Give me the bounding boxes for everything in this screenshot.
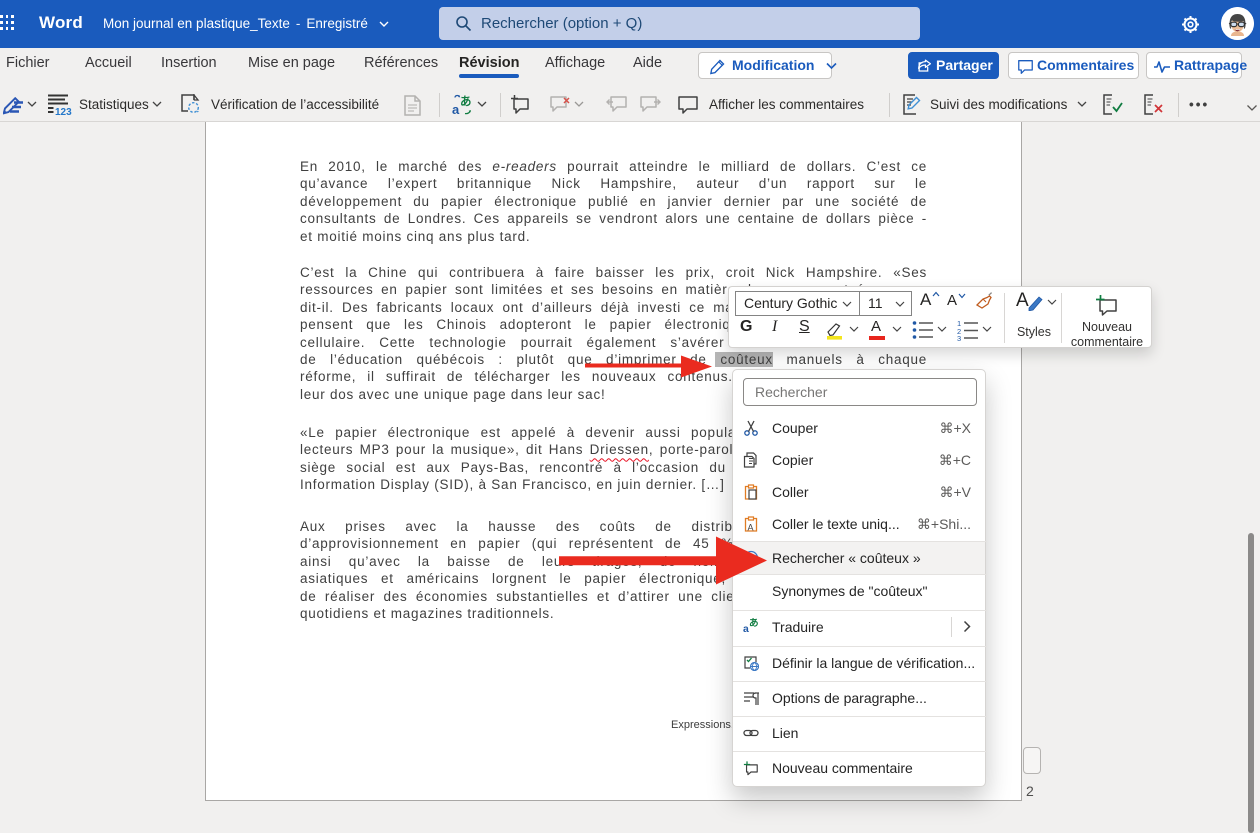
svg-text:3: 3 bbox=[957, 334, 961, 341]
svg-text:あ: あ bbox=[749, 617, 759, 629]
svg-text:あ: あ bbox=[460, 95, 472, 108]
svg-text:a: a bbox=[452, 102, 460, 115]
svg-text:123: 123 bbox=[55, 107, 72, 115]
svg-text:a: a bbox=[743, 624, 749, 633]
svg-text:A: A bbox=[748, 523, 754, 533]
